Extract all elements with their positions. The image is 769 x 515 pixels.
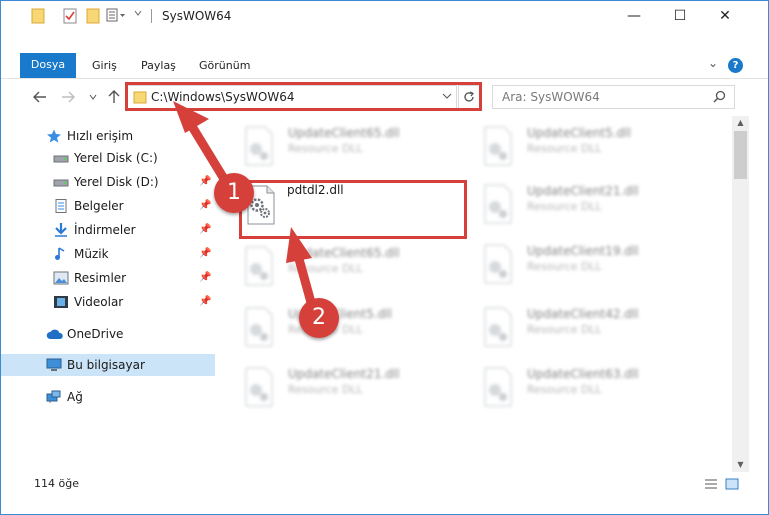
arrow-to-address-bar: [173, 101, 234, 192]
arrow-to-file: [286, 227, 317, 311]
explorer-window: SysWOW64 — ☐ ✕ Dosya Giriş Paylaş Görünü…: [0, 0, 769, 515]
step-1-badge: 1: [214, 173, 254, 213]
step-2-badge: 2: [299, 298, 339, 338]
annotation-arrows: [173, 101, 317, 311]
